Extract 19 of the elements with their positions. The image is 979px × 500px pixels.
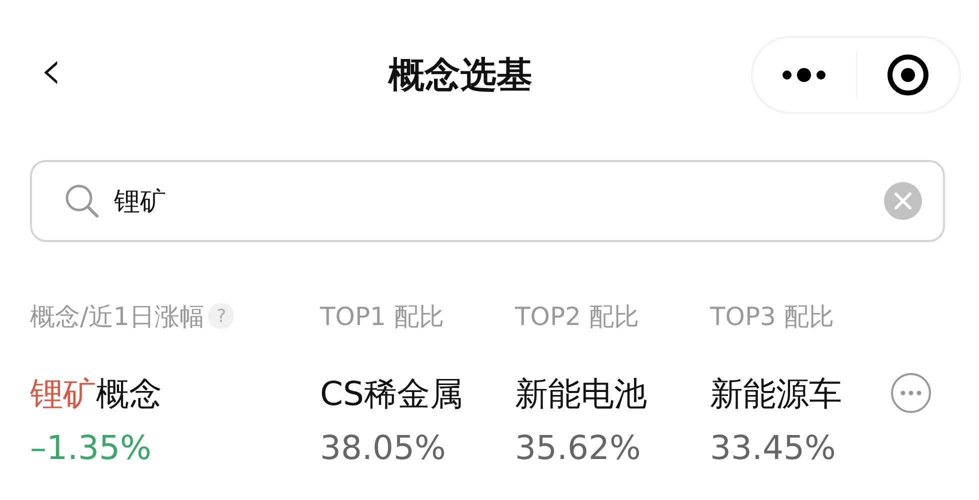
fund-name[interactable]: 新能源车 xyxy=(710,374,890,414)
concept-name[interactable]: 锂矿概念 xyxy=(30,374,320,414)
page-title: 概念选基 xyxy=(386,54,534,98)
fund-name[interactable]: 新能电池 xyxy=(515,374,710,414)
column-header: TOP2 配比 xyxy=(515,300,639,332)
search-field[interactable]: 锂矿 xyxy=(114,186,869,216)
column-header: TOP1 配比 xyxy=(320,300,444,332)
search-icon xyxy=(64,183,100,219)
column-header: 概念/近1日涨幅 xyxy=(30,300,204,332)
search-bar[interactable]: 锂矿 xyxy=(30,160,945,242)
change-value: –1.35% xyxy=(30,428,152,468)
ratio-value: 38.05% xyxy=(320,428,447,468)
column-header: TOP3 配比 xyxy=(710,300,834,332)
target-icon[interactable] xyxy=(886,53,930,97)
ratio-value: 33.45% xyxy=(710,428,837,468)
ratio-value: 35.62% xyxy=(515,428,642,468)
more-icon[interactable] xyxy=(782,67,826,83)
fund-name[interactable]: CS稀金属 xyxy=(320,374,515,414)
back-button[interactable]: ‹ xyxy=(40,43,100,107)
